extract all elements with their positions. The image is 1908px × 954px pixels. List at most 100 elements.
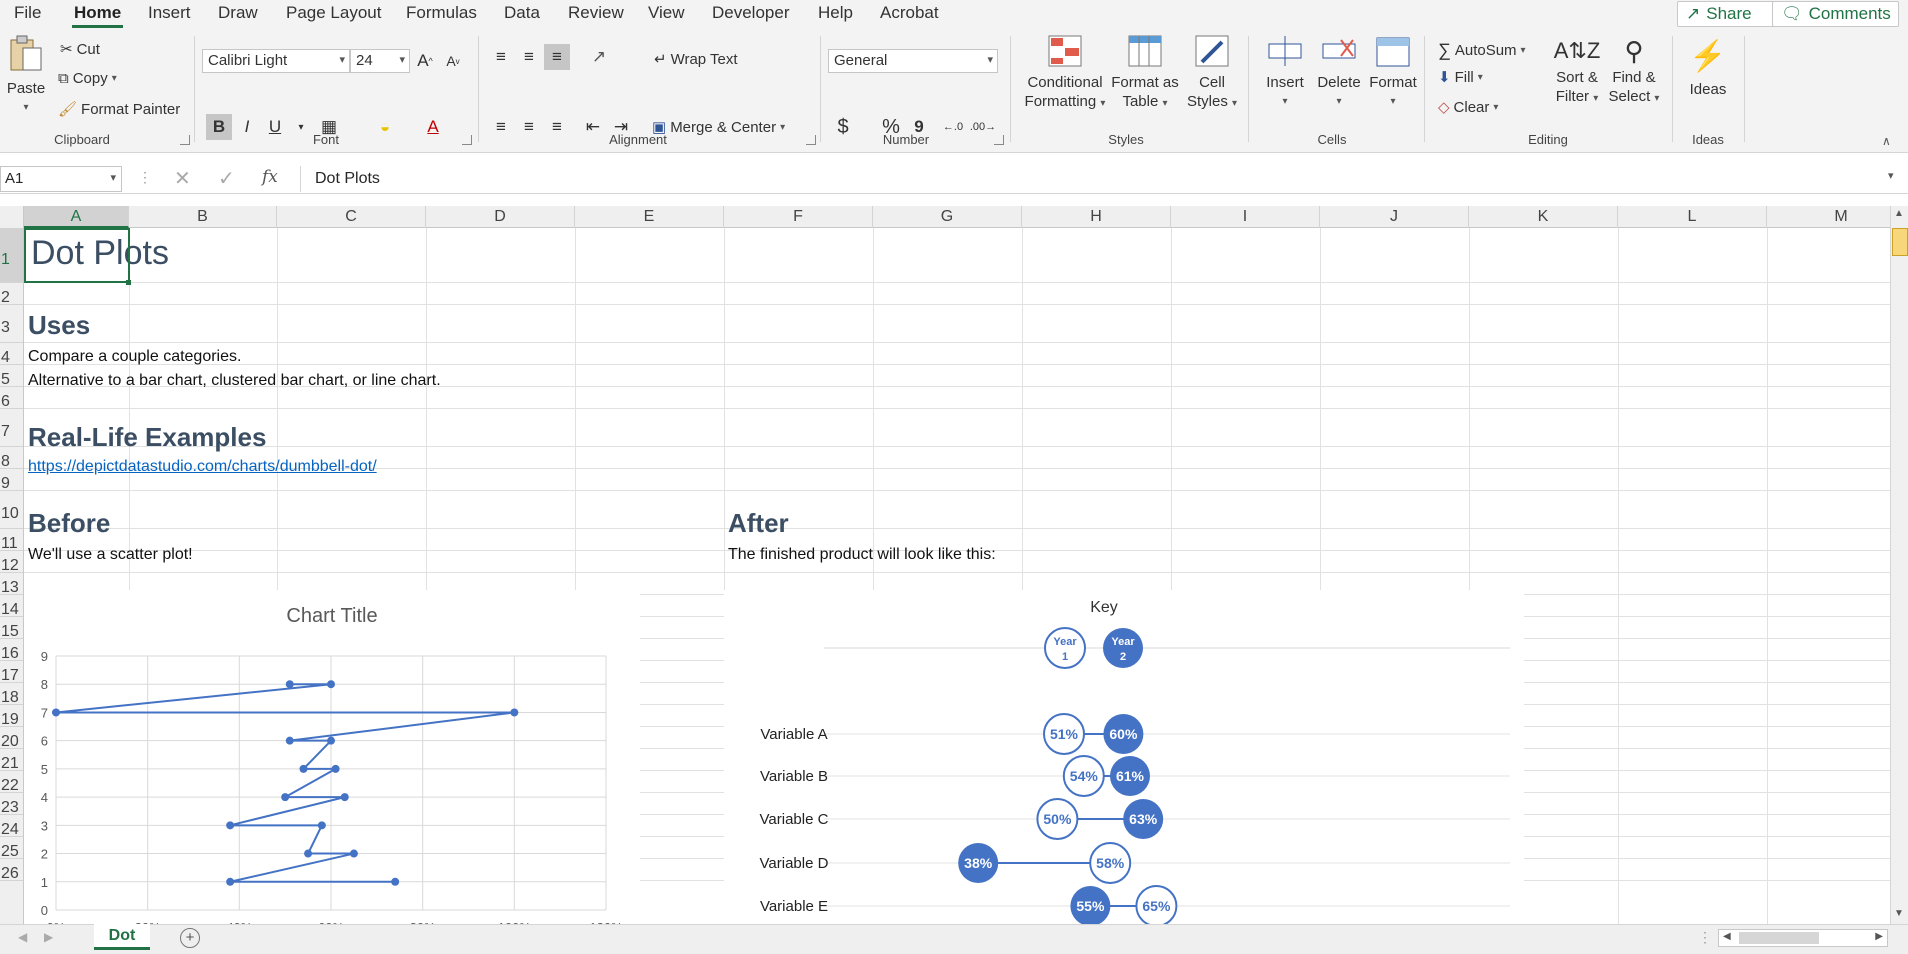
row-header-19[interactable]: 19 — [0, 705, 23, 728]
column-header-c[interactable]: C — [277, 206, 426, 228]
delete-cells-button[interactable]: Delete ▾ — [1314, 34, 1364, 111]
column-header-l[interactable]: L — [1618, 206, 1767, 228]
prev-sheet-icon[interactable]: ◀ — [18, 930, 27, 944]
font-size-select[interactable]: 24 ▾ — [350, 49, 410, 73]
row-header-22[interactable]: 22 — [0, 771, 23, 794]
uses-heading[interactable]: Uses — [28, 310, 90, 341]
formula-input[interactable]: Dot Plots — [300, 166, 1900, 192]
enter-icon[interactable]: ✓ — [218, 166, 235, 191]
add-sheet-icon[interactable]: + — [180, 928, 200, 948]
column-header-f[interactable]: F — [724, 206, 873, 228]
name-box[interactable]: A1 ▾ — [0, 166, 122, 192]
column-header-h[interactable]: H — [1022, 206, 1171, 228]
row-header-12[interactable]: 12 — [0, 551, 23, 574]
tab-formulas[interactable]: Formulas — [404, 3, 479, 23]
row-header-2[interactable]: 2 — [0, 283, 23, 306]
row-header-3[interactable]: 3 — [0, 305, 23, 343]
align-left-icon[interactable]: ≡ — [488, 114, 514, 140]
find-select-button[interactable]: ⚲ Find & Select ▾ — [1604, 34, 1664, 108]
after-heading[interactable]: After — [728, 508, 789, 539]
after-dot-plot[interactable]: Key Year 1 Year 2 Variable A 51% 60% Variable B… — [724, 590, 1524, 924]
column-header-a[interactable]: A — [24, 206, 129, 228]
column-header-j[interactable]: J — [1320, 206, 1469, 228]
tab-page-layout[interactable]: Page Layout — [284, 3, 383, 23]
scroll-up-icon[interactable]: ▲ — [1894, 208, 1904, 219]
format-painter-button[interactable]: 🖌 Format Painter — [58, 100, 180, 119]
before-description[interactable]: We'll use a scatter plot! — [28, 546, 193, 564]
format-as-table-button[interactable]: Format as Table ▾ — [1110, 34, 1180, 113]
font-launcher-icon[interactable] — [462, 135, 472, 145]
row-header-15[interactable]: 15 — [0, 617, 23, 640]
conditional-formatting-button[interactable]: Conditional Formatting ▾ — [1022, 34, 1108, 113]
tab-file[interactable]: File — [12, 3, 43, 23]
row-header-4[interactable]: 4 — [0, 343, 23, 366]
before-scatter-chart[interactable]: Chart Title 0%20%40%60%80%100%120%012345… — [24, 590, 640, 924]
row-header-13[interactable]: 13 — [0, 573, 23, 596]
tab-data[interactable]: Data — [502, 3, 542, 23]
column-header-i[interactable]: I — [1171, 206, 1320, 228]
row-header-14[interactable]: 14 — [0, 595, 23, 618]
collapse-ribbon-icon[interactable]: ∧ — [1882, 134, 1891, 148]
copy-button[interactable]: ⧉ Copy ▾ — [58, 70, 117, 87]
font-color-icon[interactable]: A — [420, 114, 446, 140]
align-right-icon[interactable]: ≡ — [544, 114, 570, 140]
tab-help[interactable]: Help — [816, 3, 855, 23]
row-header-10[interactable]: 10 — [0, 491, 23, 529]
insert-function-icon[interactable]: fx — [262, 167, 278, 187]
row-header-23[interactable]: 23 — [0, 793, 23, 816]
row-header-21[interactable]: 21 — [0, 749, 23, 772]
number-launcher-icon[interactable] — [994, 135, 1004, 145]
uses-line-2[interactable]: Alternative to a bar chart, clustered ba… — [28, 372, 441, 390]
autosum-button[interactable]: ∑ AutoSum ▾ — [1438, 40, 1526, 61]
insert-cells-button[interactable]: Insert ▾ — [1262, 34, 1308, 111]
tab-review[interactable]: Review — [566, 3, 626, 23]
sheet-tab-dot[interactable]: Dot — [94, 924, 150, 950]
column-header-b[interactable]: B — [129, 206, 277, 228]
row-header-11[interactable]: 11 — [0, 529, 23, 552]
column-header-d[interactable]: D — [426, 206, 575, 228]
row-header-8[interactable]: 8 — [0, 447, 23, 470]
row-header-9[interactable]: 9 — [0, 469, 23, 492]
tab-developer[interactable]: Developer — [710, 3, 792, 23]
italic-button[interactable]: I — [234, 114, 260, 140]
cut-button[interactable]: ✂ Cut — [60, 40, 100, 59]
tab-acrobat[interactable]: Acrobat — [878, 3, 941, 23]
fill-color-icon[interactable]: ◒ — [372, 114, 398, 140]
example-link[interactable]: https://depictdatastudio.com/charts/dumb… — [28, 458, 377, 476]
row-header-20[interactable]: 20 — [0, 727, 23, 750]
column-header-e[interactable]: E — [575, 206, 724, 228]
next-sheet-icon[interactable]: ▶ — [44, 930, 53, 944]
tab-insert[interactable]: Insert — [146, 3, 193, 23]
scroll-right-icon[interactable]: ▶ — [1875, 931, 1883, 942]
examples-heading[interactable]: Real-Life Examples — [28, 422, 266, 453]
row-header-6[interactable]: 6 — [0, 387, 23, 410]
horizontal-scroll-thumb[interactable] — [1739, 932, 1819, 944]
row-header-26[interactable]: 26 — [0, 859, 23, 882]
column-header-g[interactable]: G — [873, 206, 1022, 228]
scroll-thumb[interactable] — [1892, 228, 1908, 256]
cell-grid[interactable]: Dot Plots Uses Compare a couple categori… — [24, 228, 1890, 924]
shrink-font-icon[interactable]: Av — [440, 48, 466, 74]
clipboard-launcher-icon[interactable] — [180, 135, 190, 145]
grow-font-icon[interactable]: A ^ — [412, 48, 438, 74]
column-header-k[interactable]: K — [1469, 206, 1618, 228]
select-all-button[interactable] — [0, 206, 24, 228]
align-center-icon[interactable]: ≡ — [516, 114, 542, 140]
scroll-left-icon[interactable]: ◀ — [1723, 931, 1731, 942]
currency-button[interactable]: $ — [830, 114, 856, 140]
alignment-launcher-icon[interactable] — [806, 135, 816, 145]
before-heading[interactable]: Before — [28, 508, 110, 539]
fill-handle[interactable] — [126, 280, 131, 285]
tab-view[interactable]: View — [646, 3, 687, 23]
comments-button[interactable]: 🗨 Comments — [1772, 1, 1899, 27]
align-top-icon[interactable]: ≡ — [488, 44, 514, 70]
sort-filter-button[interactable]: A⇅Z Sort & Filter ▾ — [1552, 34, 1602, 108]
tab-home[interactable]: Home — [72, 3, 124, 28]
clear-button[interactable]: ◇ Clear ▾ — [1438, 98, 1498, 117]
vertical-scrollbar[interactable]: ▲ ▼ — [1890, 206, 1908, 924]
uses-line-1[interactable]: Compare a couple categories. — [28, 348, 241, 366]
expand-formula-icon[interactable]: ▾ — [1888, 169, 1894, 182]
row-header-1[interactable]: 1 — [0, 228, 23, 283]
ideas-button[interactable]: ⚡ Ideas — [1684, 34, 1732, 99]
column-header-m[interactable]: M — [1767, 206, 1908, 228]
